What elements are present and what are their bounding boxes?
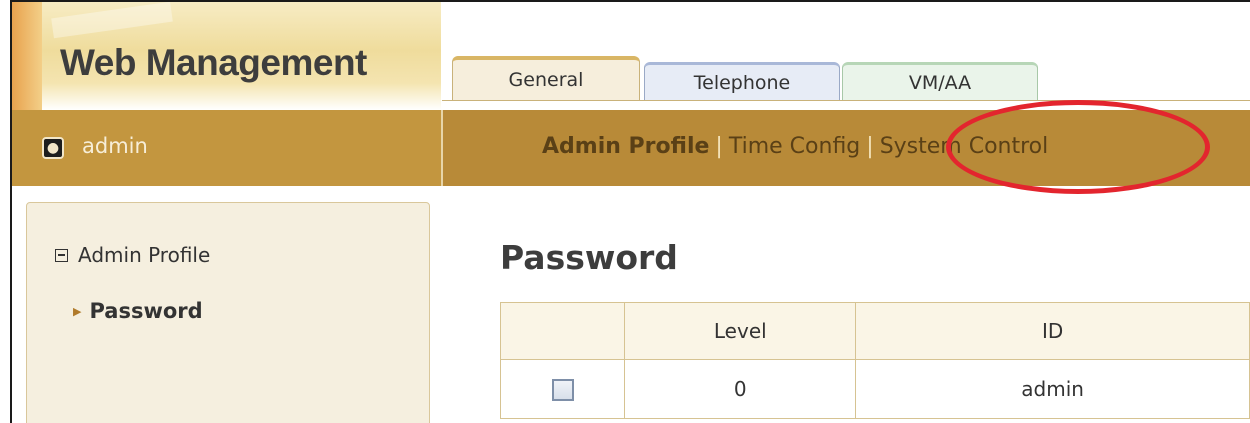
row-checkbox[interactable] <box>551 379 574 402</box>
triangle-right-icon: ▶ <box>73 304 82 318</box>
table-cell-select <box>499 359 626 419</box>
user-name[interactable]: admin <box>82 134 148 158</box>
page-title: Password <box>500 238 678 277</box>
subnav-separator: | <box>866 134 874 159</box>
table-cell-level: 0 <box>624 359 857 419</box>
sidebar-section-admin-profile[interactable]: Admin Profile <box>55 243 210 267</box>
tab-strip: General Telephone VM/AA <box>442 2 1250 111</box>
app-frame: Web Management General Telephone VM/AA ●… <box>10 0 1250 423</box>
sidebar-section-label: Admin Profile <box>78 243 211 267</box>
sidebar-item-password[interactable]: ▶ Password <box>73 299 203 323</box>
sidebar: Admin Profile ▶ Password <box>26 202 430 423</box>
user-area: ● admin <box>12 110 443 186</box>
column-header-id: ID <box>855 302 1250 360</box>
password-table: Level ID 0 admin <box>499 302 1250 419</box>
tab-general[interactable]: General <box>452 56 640 100</box>
highlight-ellipse <box>946 100 1210 194</box>
logo: Web Management <box>12 2 441 110</box>
subnav-time-config[interactable]: Time Config <box>729 134 860 159</box>
subnav-separator: | <box>715 134 723 159</box>
tab-telephone[interactable]: Telephone <box>644 62 840 100</box>
table-row: 0 admin <box>499 359 1250 419</box>
collapse-icon[interactable] <box>55 248 68 262</box>
app-title: Web Management <box>60 42 367 83</box>
column-header-level: Level <box>624 302 857 360</box>
subnav-admin-profile[interactable]: Admin Profile <box>542 134 709 159</box>
user-badge-icon: ● <box>42 137 64 159</box>
logo-shine <box>51 2 173 39</box>
tab-vm-aa[interactable]: VM/AA <box>842 62 1038 100</box>
table-cell-id: admin <box>855 359 1250 419</box>
table-header-row: Level ID <box>499 302 1250 360</box>
logo-accent-band <box>12 2 42 110</box>
column-header-select <box>499 302 626 360</box>
sidebar-item-label: Password <box>89 299 203 323</box>
